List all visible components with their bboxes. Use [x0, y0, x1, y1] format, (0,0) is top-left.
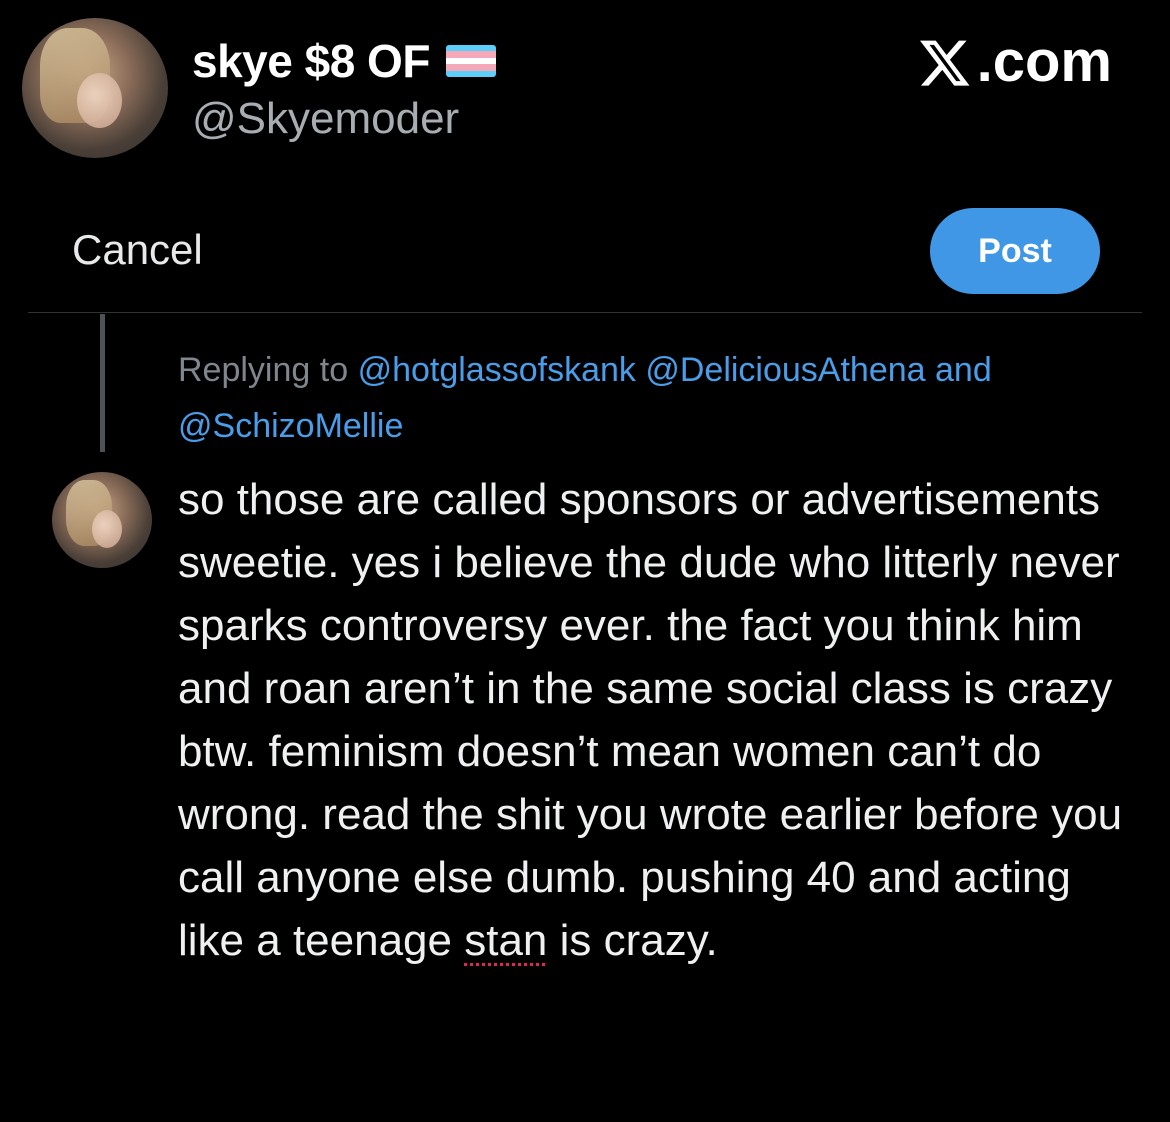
- divider: [28, 312, 1142, 313]
- replying-to-line: Replying to @hotglassofskank @DeliciousA…: [178, 342, 1078, 454]
- site-domain: .com: [976, 29, 1112, 94]
- display-name: skye $8 OF: [192, 35, 430, 87]
- cancel-button[interactable]: Cancel: [72, 226, 203, 274]
- reply-author-avatar: [52, 472, 152, 568]
- thread-connector-line: [100, 314, 105, 452]
- profile-avatar[interactable]: [22, 18, 168, 158]
- mention-hotglassofskank[interactable]: @hotglassofskank: [358, 351, 636, 389]
- mention-conjunction: and: [935, 351, 992, 389]
- reply-text-body: so those are called sponsors or advertis…: [178, 475, 1123, 965]
- x-logo-icon: [919, 40, 970, 86]
- post-button[interactable]: Post: [930, 208, 1100, 294]
- display-name-row: skye $8 OF: [192, 34, 496, 88]
- reply-text-end: is crazy.: [547, 916, 718, 965]
- replying-prefix: Replying to: [178, 351, 349, 389]
- spellcheck-flagged-word[interactable]: stan: [464, 916, 547, 965]
- x-com-watermark: .com: [917, 28, 1112, 95]
- reply-text-editor[interactable]: so those are called sponsors or advertis…: [178, 468, 1128, 972]
- mention-deliciousathena[interactable]: @DeliciousAthena: [645, 351, 925, 389]
- transgender-flag-icon: [445, 45, 496, 77]
- mention-schizomellie[interactable]: @SchizoMellie: [178, 407, 403, 445]
- user-handle: @Skyemoder: [192, 94, 460, 143]
- screenshot-root: skye $8 OF @Skyemoder .com Cancel Post R…: [0, 0, 1170, 1122]
